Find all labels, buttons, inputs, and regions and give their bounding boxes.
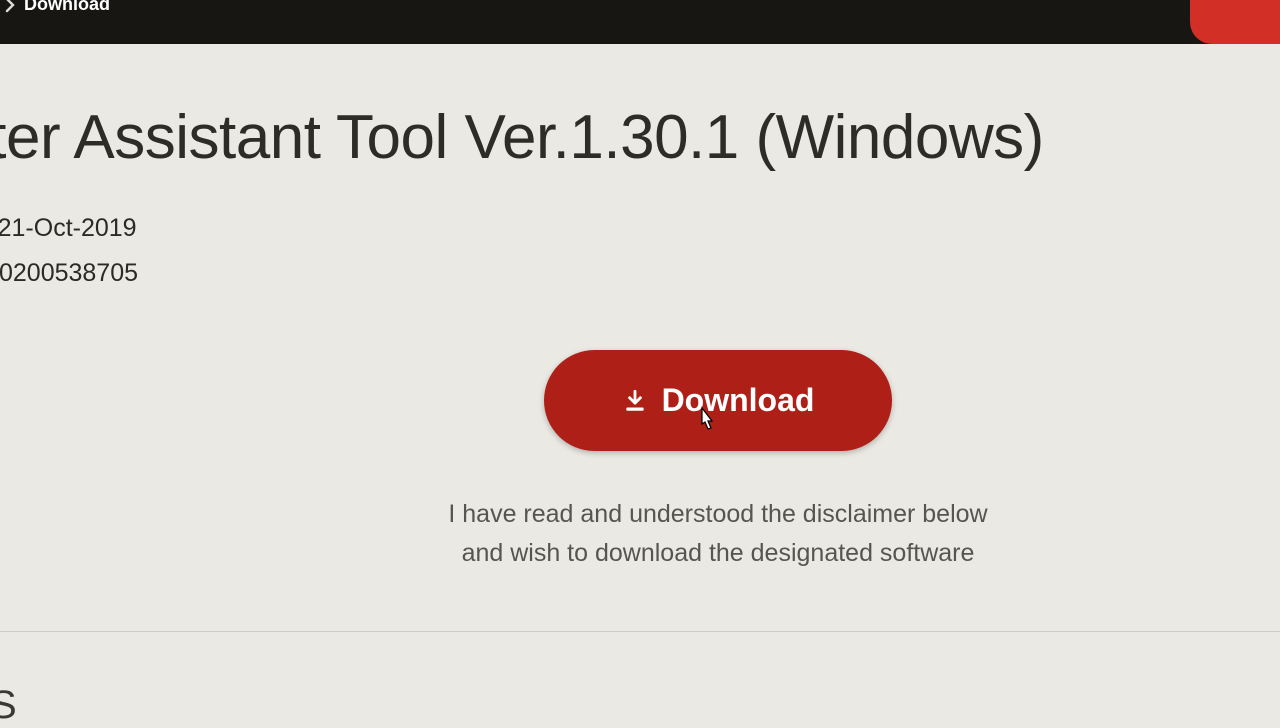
breadcrumb[interactable]: Download bbox=[0, 0, 110, 15]
download-disclaimer: I have read and understood the disclaime… bbox=[448, 495, 987, 573]
updated-row: ted : 21-Oct-2019 bbox=[0, 206, 1280, 251]
breadcrumb-label: Download bbox=[24, 0, 110, 15]
download-icon bbox=[622, 388, 648, 414]
number-value: 0200538705 bbox=[0, 259, 138, 287]
page-title: inter Assistant Tool Ver.1.30.1 (Windows… bbox=[0, 104, 1280, 172]
section-divider bbox=[0, 631, 1280, 632]
footer-stub: S bbox=[0, 683, 17, 728]
download-button[interactable]: Download bbox=[544, 350, 893, 451]
updated-value: 21-Oct-2019 bbox=[0, 214, 137, 242]
main-content: inter Assistant Tool Ver.1.30.1 (Windows… bbox=[0, 44, 1280, 296]
disclaimer-line-2: and wish to download the designated soft… bbox=[448, 534, 987, 573]
chevron-right-icon bbox=[5, 0, 16, 13]
number-row: ber : 0200538705 bbox=[0, 251, 1280, 296]
meta-block: ted : 21-Oct-2019 ber : 0200538705 bbox=[0, 206, 1280, 296]
download-button-label: Download bbox=[662, 382, 815, 419]
page-header: Download bbox=[0, 0, 1280, 44]
download-section: Download I have read and understood the … bbox=[58, 350, 1280, 573]
header-accent-button[interactable] bbox=[1190, 0, 1280, 44]
disclaimer-line-1: I have read and understood the disclaime… bbox=[448, 495, 987, 534]
